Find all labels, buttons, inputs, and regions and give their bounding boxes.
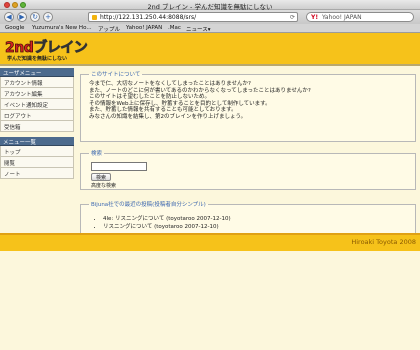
- reload-arrow-icon[interactable]: ⟳: [290, 14, 295, 21]
- site-header: 2ndブレイン 学んだ知識を無駄にしない: [0, 33, 420, 66]
- logo-text: ブレイン: [33, 40, 88, 57]
- list-item[interactable]: リスニングについて (toyotaroo 2007-12-10): [103, 223, 407, 231]
- sidebar-item-account-edit[interactable]: アカウント編集: [0, 88, 74, 99]
- browser-toolbar: ◀ ▶ ↻ + http://122.131.250.44:8088/srs/ …: [0, 10, 420, 24]
- sidebar-item-top[interactable]: トップ: [0, 146, 74, 157]
- advanced-search-link[interactable]: 高度な検索: [91, 182, 407, 189]
- sidebar-item-browse[interactable]: 閲覧: [0, 157, 74, 168]
- bookmark-google[interactable]: Google: [5, 25, 24, 31]
- about-line: また、貯蓄した情報を共有することも可能としております。: [89, 107, 237, 114]
- search-box[interactable]: Y! Yahoo! JAPAN: [306, 12, 414, 22]
- web-page: 2ndブレイン 学んだ知識を無駄にしない ユーザメニュー アカウント情報 アカウ…: [0, 33, 420, 350]
- search-section: 検索 検索 高度な検索: [80, 149, 416, 190]
- site-favicon-icon: [92, 15, 97, 20]
- logo-number: 2nd: [5, 40, 35, 57]
- sidebar-item-account-info[interactable]: アカウント情報: [0, 77, 74, 88]
- about-section: このサイトについて 今まで仁、大切なノートをなくしてしまったことはありませんか?…: [80, 70, 416, 142]
- list-item[interactable]: 4le: リスニングについて (toyotaroo 2007-12-10): [103, 215, 407, 223]
- recent-posts-list: 4le: リスニングについて (toyotaroo 2007-12-10) リス…: [89, 215, 407, 231]
- main-content: このサイトについて 今まで仁、大切なノートをなくしてしまったことはありませんか?…: [80, 70, 416, 235]
- about-line: 今まで仁、大切なノートをなくしてしまったことはありませんか?: [89, 81, 251, 87]
- recent-posts-section: Bijuna社での最近の投稿(投稿者自分シンプル) 4le: リスニングについて…: [80, 200, 416, 235]
- add-bookmark-button[interactable]: +: [43, 12, 53, 22]
- sidebar: ユーザメニュー アカウント情報 アカウント編集 イベント通知設定 ログアウト 受…: [0, 68, 74, 288]
- about-line: みなさんの知識を結集し、第2のブレインを作り上げましょう。: [89, 113, 247, 120]
- recent-posts-legend: Bijuna社での最近の投稿(投稿者自分シンプル): [91, 202, 206, 208]
- user-menu-heading: ユーザメニュー: [0, 68, 74, 77]
- search-input[interactable]: [91, 162, 147, 171]
- sidebar-item-inbox[interactable]: 受信箱: [0, 121, 74, 132]
- bookmark-news[interactable]: ニュース▾: [186, 25, 211, 33]
- window-titlebar: 2nd ブレイン - 学んだ知識を無駄にしない: [0, 0, 420, 11]
- bookmark-yahoo[interactable]: Yahoo! JAPAN: [126, 25, 162, 31]
- footer-copyright: Hiroaki Toyota 2008: [351, 238, 416, 246]
- sidebar-item-notes[interactable]: ノート: [0, 168, 74, 179]
- about-line: このサイトはそ望むしたことを防止しないため。: [89, 94, 211, 101]
- sidebar-item-event-settings[interactable]: イベント通知設定: [0, 99, 74, 110]
- bookmark-apple[interactable]: アップル: [98, 25, 120, 33]
- search-placeholder[interactable]: Yahoo! JAPAN: [322, 14, 362, 21]
- sidebar-item-logout[interactable]: ログアウト: [0, 110, 74, 121]
- site-tagline: 学んだ知識を無駄にしない: [7, 56, 68, 62]
- main-menu-heading: メニュー一覧: [0, 137, 74, 146]
- yahoo-icon: Y!: [311, 14, 319, 21]
- search-legend: 検索: [91, 151, 103, 157]
- site-footer: Hiroaki Toyota 2008: [0, 233, 420, 251]
- search-button[interactable]: 検索: [91, 173, 112, 181]
- address-text[interactable]: http://122.131.250.44:8088/srs/: [100, 14, 196, 21]
- bookmark-yuzumura[interactable]: Yuzumura's New Ho...: [32, 25, 92, 31]
- forward-button[interactable]: ▶: [17, 12, 27, 22]
- bookmarks-bar: Google Yuzumura's New Ho... アップル Yahoo! …: [0, 24, 420, 33]
- reload-button[interactable]: ↻: [30, 12, 40, 22]
- bookmark-mac[interactable]: .Mac: [168, 25, 181, 31]
- back-button[interactable]: ◀: [4, 12, 14, 22]
- about-legend: このサイトについて: [91, 72, 141, 78]
- site-logo[interactable]: 2ndブレイン 学んだ知識を無駄にしない: [5, 37, 89, 62]
- address-bar[interactable]: http://122.131.250.44:8088/srs/ ⟳: [88, 12, 298, 22]
